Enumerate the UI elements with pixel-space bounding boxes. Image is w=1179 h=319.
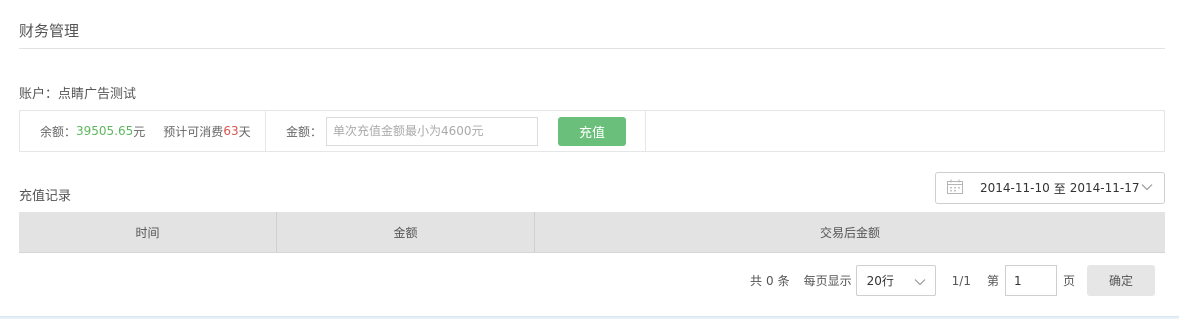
balance-cell: 余额： 39505.65 元 预计可消费 63 天: [20, 111, 266, 151]
total-prefix: 共: [749, 274, 762, 288]
estimate-unit: 天: [238, 124, 251, 139]
chevron-down-icon: [913, 275, 927, 292]
page-status: 1/1: [951, 273, 971, 288]
column-header-balance-after: 交易后金额: [819, 225, 880, 240]
balance-value: 39505.65: [76, 124, 134, 138]
goto-page-input[interactable]: [1004, 265, 1057, 296]
pagination: 共 0 条 每页显示 20行 1/1 第 页 确定: [750, 265, 1155, 296]
balance-unit: 元: [133, 124, 146, 139]
date-from: 2014-11-10: [980, 181, 1050, 195]
confirm-button[interactable]: 确定: [1087, 265, 1155, 296]
chevron-down-icon[interactable]: [1140, 180, 1154, 197]
records-table-header: 时间 金额 交易后金额: [19, 212, 1165, 253]
balance-label: 余额：: [40, 124, 77, 139]
goto-prefix: 第: [986, 274, 999, 288]
goto-suffix: 页: [1062, 274, 1075, 288]
estimate-prefix: 预计可消费: [163, 124, 224, 139]
column-header-time: 时间: [19, 212, 277, 252]
page-size-value: 20行: [866, 274, 894, 288]
total-count: 0: [765, 273, 774, 288]
calendar-icon: [946, 179, 966, 197]
date-range-picker[interactable]: 2014-11-10 至 2014-11-17: [935, 172, 1165, 204]
recharge-button[interactable]: 充值: [558, 116, 627, 146]
recharge-cell: 金额： 充值: [266, 111, 646, 151]
title-divider: [19, 48, 1165, 49]
estimate-days: 63: [223, 124, 239, 138]
date-to: 2014-11-17: [1069, 181, 1140, 195]
page-title: 财务管理: [19, 22, 80, 40]
page-size-select[interactable]: 20行: [855, 265, 936, 296]
account-line: 账户：点睛广告测试: [19, 83, 136, 102]
account-name: 点睛广告测试: [58, 87, 137, 102]
per-page-label: 每页显示: [803, 274, 852, 288]
column-header-amount: 金额: [277, 212, 535, 252]
total-unit: 条: [777, 274, 790, 288]
records-title: 充值记录: [19, 189, 72, 204]
amount-input[interactable]: [326, 116, 539, 146]
date-separator: 至: [1053, 181, 1066, 196]
account-label: 账户：: [19, 87, 59, 102]
amount-label: 金额：: [286, 124, 323, 139]
account-summary-panel: 余额：39505.65元 预计可消费63天 金额： 充值: [19, 110, 1165, 152]
